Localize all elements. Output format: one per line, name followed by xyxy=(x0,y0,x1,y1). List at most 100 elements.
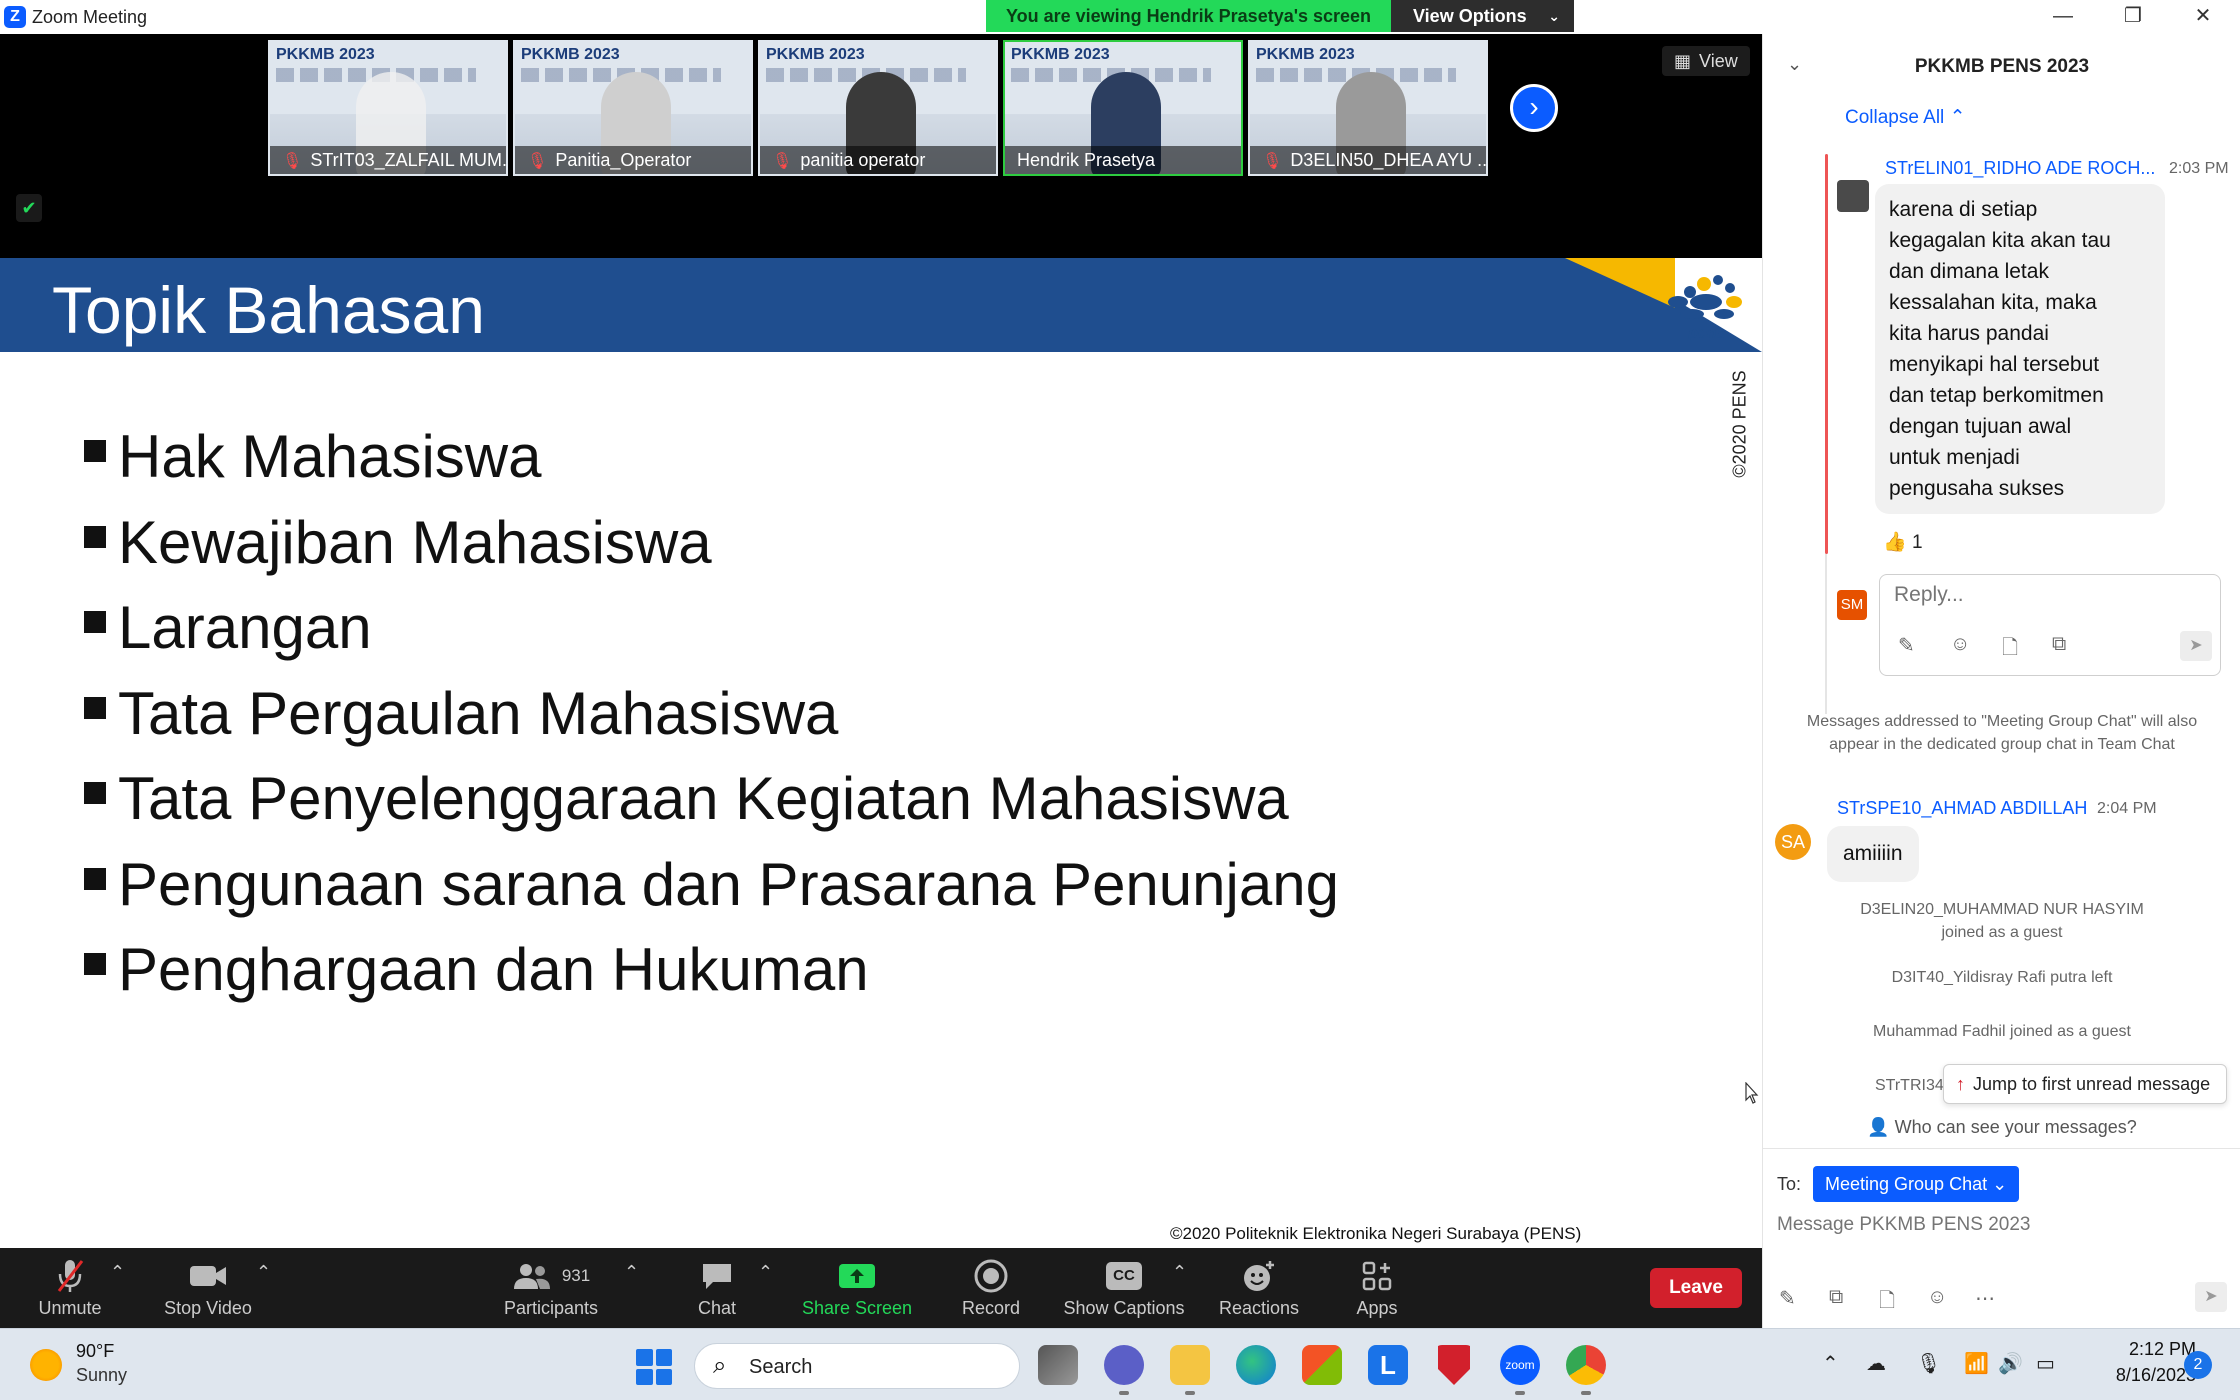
muted-mic-icon: 🎙 xyxy=(282,153,303,170)
participant-tile[interactable]: PKKMB 2023 🎙 Panitia_Operator xyxy=(513,40,753,176)
microsoft-store-icon[interactable] xyxy=(1302,1345,1342,1385)
apps-button[interactable]: Apps xyxy=(1344,1256,1410,1319)
slide-title: Topik Bahasan xyxy=(52,273,485,347)
screenshot-icon[interactable]: ⧉ xyxy=(1829,1286,1843,1309)
participant-name-bar: 🎙 STrIT03_ZALFAIL MUM... xyxy=(270,146,506,174)
close-button[interactable]: ✕ xyxy=(2168,0,2238,34)
onedrive-cloud-icon[interactable]: ☁ xyxy=(1866,1351,1886,1376)
topic-text: Tata Penyelenggaraan Kegiatan Mahasiswa xyxy=(118,765,1289,832)
unmute-button[interactable]: Unmute xyxy=(30,1256,110,1319)
jump-to-unread-button[interactable]: ↑ Jump to first unread message xyxy=(1943,1064,2227,1104)
bullet-square-icon xyxy=(84,525,106,548)
leave-button[interactable]: Leave xyxy=(1650,1268,1742,1308)
topic-item: Tata Penyelenggaraan Kegiatan Mahasiswa xyxy=(82,764,1339,850)
topic-item: Kewajiban Mahasiswa xyxy=(82,508,1339,594)
reply-input[interactable] xyxy=(1894,583,2194,607)
more-options-icon[interactable]: ⋯ xyxy=(1975,1286,1995,1311)
topic-item: Penghargaan dan Hukuman xyxy=(82,935,1339,1021)
reactions-button[interactable]: Reactions xyxy=(1216,1256,1302,1319)
share-screen-button[interactable]: Share Screen xyxy=(800,1256,914,1319)
wifi-icon[interactable]: 📶 xyxy=(1964,1351,1989,1376)
participant-name-bar: Hendrik Prasetya xyxy=(1005,146,1241,174)
bullet-square-icon xyxy=(84,867,106,890)
tile-slide-title: PKKMB 2023 xyxy=(1256,46,1355,63)
bullet-square-icon xyxy=(84,696,106,719)
bullet-square-icon xyxy=(84,440,106,462)
weather-sun-icon[interactable] xyxy=(30,1349,62,1381)
bullet-square-icon xyxy=(84,953,106,975)
chevron-up-icon[interactable]: ⌃ xyxy=(1822,1351,1839,1376)
show-captions-button[interactable]: CC Show Captions xyxy=(1062,1256,1186,1319)
microphone-icon[interactable]: 🎙 xyxy=(1916,1351,1941,1376)
thread-indicator xyxy=(1825,554,1827,714)
start-windows-icon[interactable] xyxy=(636,1349,672,1385)
speaker-icon[interactable]: 🔊 xyxy=(1998,1351,2023,1376)
muted-mic-icon: 🎙 xyxy=(772,153,793,170)
task-view-icon[interactable] xyxy=(1038,1345,1078,1385)
clock-time[interactable]: 2:12 PM xyxy=(2100,1339,2196,1360)
file-explorer-icon[interactable] xyxy=(1170,1345,1210,1385)
record-button[interactable]: Record xyxy=(958,1256,1024,1319)
message-sender[interactable]: STrELIN01_RIDHO ADE ROCH... xyxy=(1885,158,2155,179)
view-options-button[interactable]: View Options ⌄ xyxy=(1391,0,1574,32)
minimize-button[interactable]: — xyxy=(2028,0,2098,34)
stop-video-button[interactable]: Stop Video xyxy=(156,1256,260,1319)
participant-name-bar: 🎙 panitia operator xyxy=(760,146,996,174)
audio-options-caret-icon[interactable]: ⌃ xyxy=(110,1262,125,1283)
muted-mic-icon: 🎙 xyxy=(527,153,548,170)
zoom-app-icon[interactable]: zoom xyxy=(1500,1345,1540,1385)
security-shield-icon[interactable]: ✔ xyxy=(16,194,42,222)
file-icon[interactable]: 🗋 xyxy=(1879,1286,1895,1320)
reaction-badge[interactable]: 👍 1 xyxy=(1883,530,1923,554)
mcafee-icon[interactable] xyxy=(1438,1345,1470,1385)
format-text-icon[interactable]: ✎ xyxy=(1779,1286,1796,1311)
chat-bubble-icon xyxy=(688,1256,746,1296)
tile-slide-title: PKKMB 2023 xyxy=(766,46,865,63)
teams-chat-icon[interactable] xyxy=(1104,1345,1144,1385)
taskbar-search-label: Search xyxy=(749,1356,813,1378)
recipient-select[interactable]: Meeting Group Chat ⌄ xyxy=(1813,1166,2020,1202)
view-button[interactable]: ▦ View xyxy=(1662,46,1750,76)
chat-caret-icon[interactable]: ⌃ xyxy=(758,1262,773,1283)
emoji-icon[interactable]: ☺ xyxy=(1927,1286,1947,1309)
mouse-cursor-icon xyxy=(1745,1082,1759,1104)
taskbar-search[interactable]: ⌕ Search xyxy=(694,1343,1020,1389)
screenshot-icon[interactable]: ⧉ xyxy=(2052,633,2066,656)
edge-browser-icon[interactable] xyxy=(1236,1345,1276,1385)
format-text-icon[interactable]: ✎ xyxy=(1898,633,1915,658)
message-input[interactable] xyxy=(1777,1214,2217,1236)
participants-button[interactable]: 931 Participants xyxy=(498,1256,604,1319)
participant-name: panitia operator xyxy=(800,150,926,170)
emoji-icon[interactable]: ☺ xyxy=(1950,633,1970,656)
who-can-see-link[interactable]: 👤 Who can see your messages? xyxy=(1763,1117,2240,1138)
participants-caret-icon[interactable]: ⌃ xyxy=(624,1262,639,1283)
weather-description[interactable]: Sunny xyxy=(76,1365,127,1386)
file-icon[interactable]: 🗋 xyxy=(2002,633,2018,667)
battery-icon[interactable]: ▭ xyxy=(2036,1351,2055,1376)
participant-tile[interactable]: PKKMB 2023 🎙 D3ELIN50_DHEA AYU ... xyxy=(1248,40,1488,176)
chat-notice: Messages addressed to "Meeting Group Cha… xyxy=(1806,713,2198,753)
collapse-all-link[interactable]: Collapse All ⌃ xyxy=(1845,106,1965,129)
participant-name: Panitia_Operator xyxy=(555,150,692,170)
clock-date[interactable]: 8/16/2023 xyxy=(2100,1365,2196,1386)
weather-temperature[interactable]: 90°F xyxy=(76,1341,114,1362)
participant-name: Hendrik Prasetya xyxy=(1017,150,1156,170)
participant-tile[interactable]: PKKMB 2023 🎙 panitia operator xyxy=(758,40,998,176)
view-options-label: View Options xyxy=(1413,6,1527,26)
captions-caret-icon[interactable]: ⌃ xyxy=(1172,1262,1187,1283)
message-time: 2:04 PM xyxy=(2097,800,2157,817)
notification-badge[interactable]: 2 xyxy=(2184,1351,2212,1379)
participant-tile[interactable]: PKKMB 2023 🎙 STrIT03_ZALFAIL MUM... xyxy=(268,40,508,176)
send-reply-button[interactable]: ➤ xyxy=(2180,631,2212,661)
chrome-icon[interactable] xyxy=(1566,1345,1606,1385)
app-running-indicator xyxy=(1581,1391,1591,1395)
chat-button[interactable]: Chat xyxy=(688,1256,746,1319)
video-options-caret-icon[interactable]: ⌃ xyxy=(256,1262,271,1283)
next-page-arrow-icon[interactable]: › xyxy=(1510,84,1558,132)
restore-button[interactable]: ❐ xyxy=(2098,0,2168,34)
send-message-button[interactable]: ➤ xyxy=(2195,1282,2227,1312)
participant-tile-active-speaker[interactable]: PKKMB 2023 Hendrik Prasetya xyxy=(1003,40,1243,176)
topic-text: Tata Pergaulan Mahasiswa xyxy=(118,679,839,747)
message-sender[interactable]: STrSPE10_AHMAD ABDILLAH xyxy=(1837,798,2087,819)
l-app-icon[interactable]: L xyxy=(1368,1345,1408,1385)
